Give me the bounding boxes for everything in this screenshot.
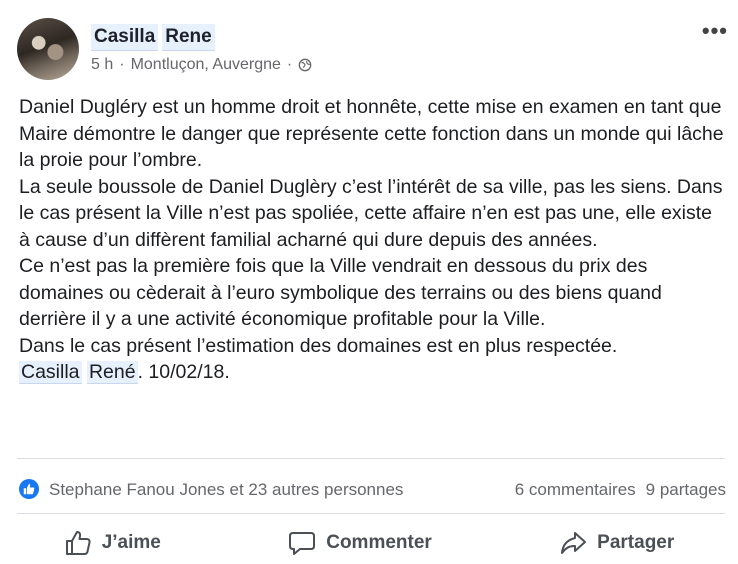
globe-icon[interactable]	[298, 58, 312, 72]
post-paragraph: Dans le cas présent l’estimation des dom…	[19, 334, 618, 357]
meta-separator-2: ·	[286, 56, 293, 73]
like-reaction-icon[interactable]	[19, 479, 39, 499]
comment-label: Commenter	[326, 532, 432, 553]
signature-tag-last[interactable]: René	[86, 361, 138, 384]
shares-count[interactable]: 9 partages	[646, 480, 726, 500]
meta-separator: ·	[119, 56, 125, 73]
post-location[interactable]: Montluçon, Auvergne	[131, 56, 281, 74]
post-body: Daniel Dugléry est un homme droit et hon…	[19, 94, 727, 386]
thumbs-up-icon	[65, 531, 91, 555]
share-label: Partager	[597, 532, 675, 553]
share-icon	[561, 532, 587, 554]
signature-date: . 10/02/18.	[137, 361, 230, 383]
signature-tag-first[interactable]: Casilla	[19, 361, 82, 384]
post-paragraph: Ce n’est pas la première fois que la Vil…	[19, 255, 662, 330]
author-first-name[interactable]: Casilla	[91, 23, 159, 51]
engagement-counts: 6 commentaires 9 partages	[515, 480, 726, 500]
post-paragraph: La seule boussole de Daniel Duglèry c’es…	[19, 175, 723, 251]
author-last-name[interactable]: Rene	[162, 23, 215, 51]
share-button[interactable]: Partager	[559, 522, 674, 564]
divider	[17, 458, 725, 459]
like-label: J’aime	[101, 532, 161, 553]
divider	[17, 513, 725, 514]
more-options-icon[interactable]: •••	[702, 20, 728, 42]
post-card: Casilla Rene 5 h · Montluçon, Auvergne ·…	[0, 0, 738, 564]
comments-count[interactable]: 6 commentaires	[515, 480, 636, 500]
reactors-text[interactable]: Stephane Fanou Jones et 23 autres person…	[49, 480, 403, 500]
post-paragraph: Daniel Dugléry est un homme droit et hon…	[19, 96, 724, 171]
author-name[interactable]: Casilla Rene	[91, 23, 215, 51]
comment-button[interactable]: Commenter	[288, 522, 432, 564]
like-button[interactable]: J’aime	[64, 522, 161, 564]
comment-icon	[289, 532, 316, 555]
avatar[interactable]	[17, 18, 79, 80]
post-time[interactable]: 5 h	[91, 56, 113, 74]
action-bar: J’aime Commenter Partager	[0, 522, 738, 564]
post-signature: Casilla René. 10/02/18.	[19, 359, 727, 386]
post-meta: 5 h · Montluçon, Auvergne ·	[91, 56, 312, 74]
